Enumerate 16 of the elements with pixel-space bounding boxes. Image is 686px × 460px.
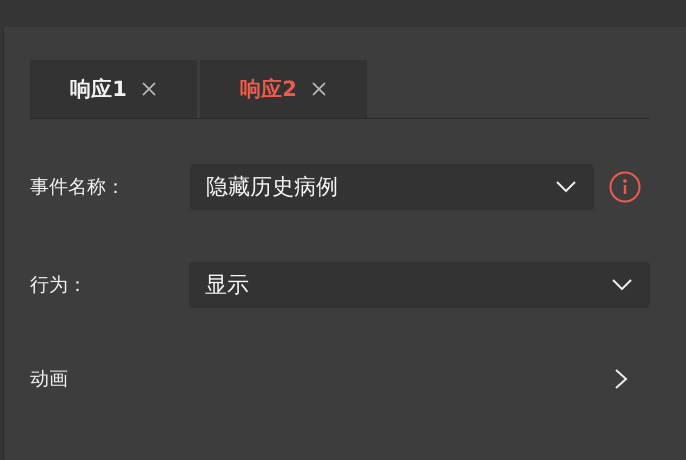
animation-row[interactable]: 动画 xyxy=(30,366,650,392)
section-label: 动画 xyxy=(30,367,69,392)
field-label: 事件名称： xyxy=(30,175,126,200)
dropdown[interactable]: 隐藏历史病例 xyxy=(190,164,594,210)
chevron-down-icon xyxy=(612,279,632,291)
dropdown[interactable]: 显示 xyxy=(188,262,650,308)
tab-label: 响应1 xyxy=(70,76,127,103)
field-label: 行为： xyxy=(30,273,88,298)
chevron-right-icon xyxy=(614,368,628,390)
info-icon[interactable] xyxy=(608,170,642,204)
close-icon[interactable] xyxy=(140,81,157,97)
tab[interactable]: 响应2 xyxy=(200,60,367,118)
chevron-down-icon xyxy=(556,181,576,193)
tab[interactable]: 响应1 xyxy=(30,60,197,118)
close-icon[interactable] xyxy=(310,81,327,97)
tab-label: 响应2 xyxy=(240,76,297,103)
